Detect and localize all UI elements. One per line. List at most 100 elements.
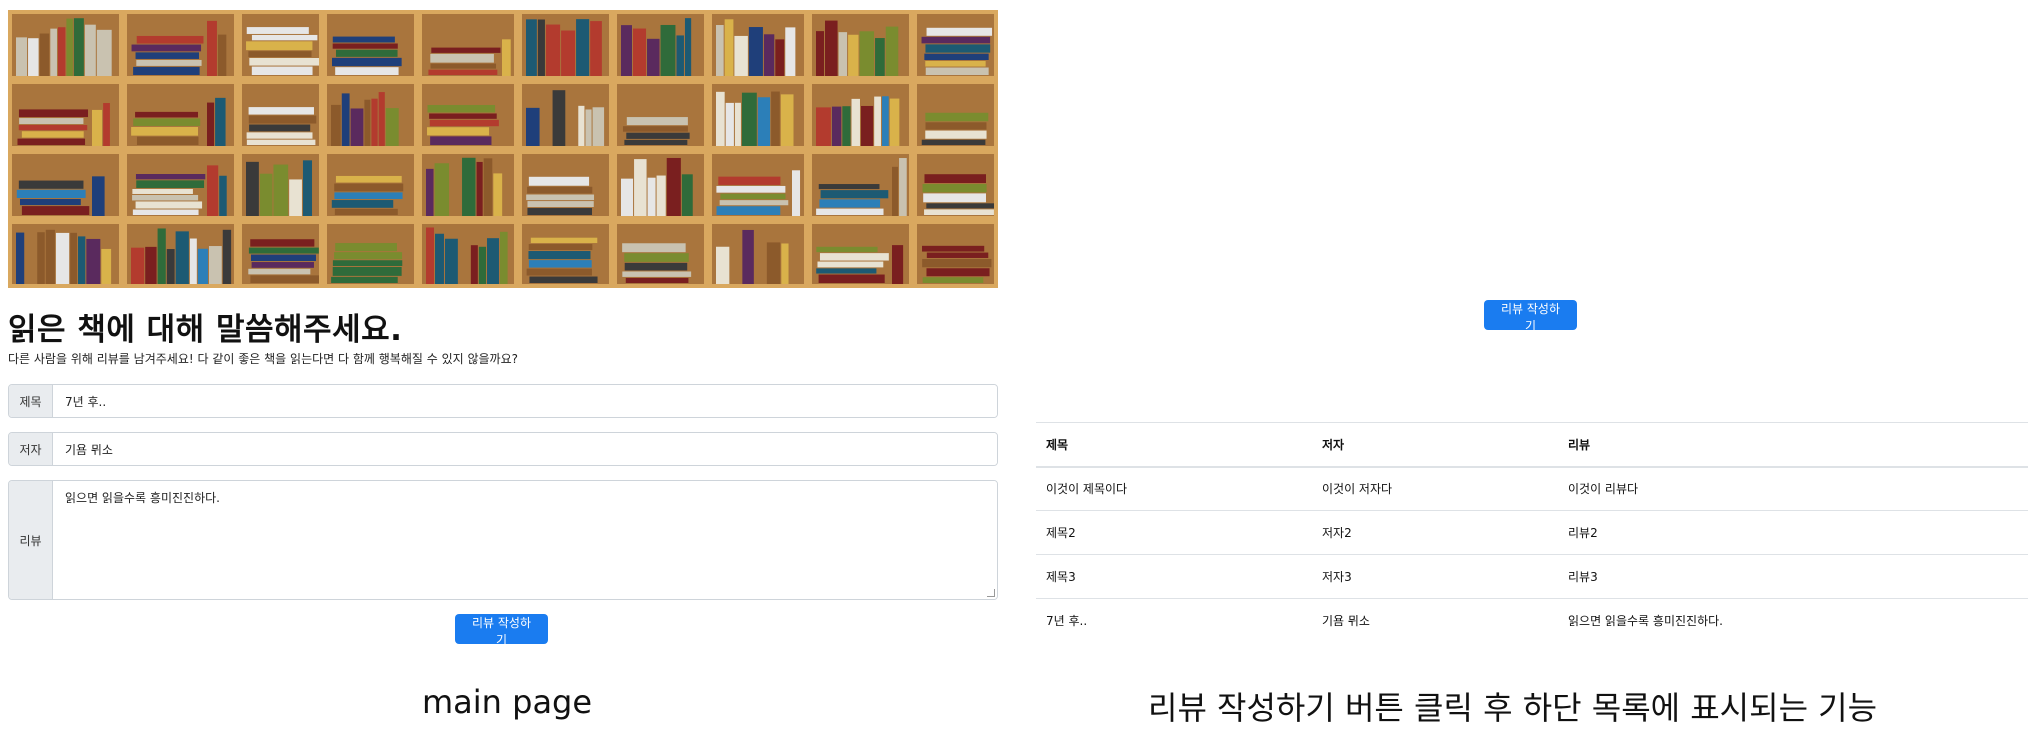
author-field-label: 저자: [9, 433, 53, 465]
book: [215, 97, 226, 146]
book: [923, 193, 986, 203]
book: [899, 158, 907, 216]
book: [819, 199, 881, 208]
book: [189, 238, 197, 284]
book: [17, 138, 86, 145]
book: [561, 30, 576, 76]
title-input[interactable]: [53, 385, 997, 417]
book: [429, 113, 497, 119]
book: [741, 92, 757, 146]
book: [50, 28, 57, 77]
book: [86, 238, 101, 284]
book: [483, 158, 493, 216]
book: [925, 112, 989, 122]
book: [831, 106, 842, 146]
shelf-divider: [319, 10, 327, 288]
book: [21, 206, 90, 215]
book: [882, 96, 889, 146]
book: [133, 118, 201, 126]
table-row: 이것이 제목이다 이것이 저자다 이것이 리뷰다: [1036, 466, 2028, 511]
book: [335, 243, 397, 252]
book: [757, 97, 771, 146]
book: [428, 69, 498, 75]
shelf-divider: [909, 10, 917, 288]
shelf-divider: [804, 10, 812, 288]
book: [136, 35, 204, 44]
review-textarea[interactable]: 읽으면 읽을수록 흥미진진하다.: [53, 481, 997, 599]
shelf-divider: [119, 10, 127, 288]
textarea-resize-handle[interactable]: [987, 589, 995, 597]
book: [132, 188, 193, 194]
book: [132, 209, 199, 215]
book: [925, 60, 986, 67]
book: [681, 174, 693, 216]
book: [624, 253, 689, 262]
book: [724, 19, 734, 77]
main-page-panel: 읽은 책에 대해 말씀해주세요. 다른 사람을 위해 리뷰를 남겨주세요! 다 …: [0, 0, 1010, 750]
book: [251, 34, 318, 41]
book: [763, 34, 775, 76]
book: [470, 245, 478, 284]
book: [251, 66, 313, 75]
book: [430, 136, 492, 145]
submit-review-button[interactable]: 리뷰 작성하기: [455, 614, 548, 647]
book: [334, 252, 403, 260]
book: [70, 232, 78, 284]
book: [626, 117, 688, 126]
book: [246, 27, 309, 34]
book: [621, 178, 634, 216]
book: [922, 245, 985, 252]
book: [135, 52, 200, 59]
book: [889, 98, 900, 146]
book: [175, 231, 189, 284]
book: [925, 67, 989, 75]
book: [430, 63, 497, 69]
book: [16, 189, 86, 198]
book: [925, 130, 987, 139]
book: [592, 107, 605, 146]
book: [248, 115, 317, 124]
book: [207, 102, 215, 146]
book: [892, 166, 899, 216]
shelf-divider: [994, 10, 998, 288]
book: [819, 253, 889, 261]
book: [817, 261, 884, 268]
book: [622, 126, 688, 132]
book: [634, 159, 647, 216]
submit-review-button-result[interactable]: 리뷰 작성하기: [1484, 300, 1577, 333]
book: [92, 109, 103, 146]
book: [545, 24, 561, 76]
page-subtitle: 다른 사람을 위해 리뷰를 남겨주세요! 다 같이 좋은 책을 읽는다면 다 함…: [8, 352, 518, 366]
author-input[interactable]: [53, 433, 997, 465]
book: [487, 238, 499, 284]
book: [350, 108, 364, 146]
book: [818, 184, 880, 190]
book: [647, 177, 656, 216]
book: [860, 105, 874, 146]
book: [716, 185, 786, 193]
book: [45, 229, 55, 284]
cell-author: 저자3: [1312, 554, 1558, 599]
book: [385, 108, 399, 146]
book: [131, 247, 145, 284]
column-header-title: 제목: [1036, 422, 1312, 468]
book: [332, 36, 395, 43]
book: [66, 18, 73, 76]
book: [529, 276, 598, 283]
book: [166, 249, 175, 284]
book: [922, 277, 984, 283]
cell-author: 기욤 뮈소: [1312, 598, 1558, 643]
book: [250, 239, 315, 247]
cell-author: 저자2: [1312, 510, 1558, 555]
book: [552, 90, 566, 146]
book: [537, 19, 545, 76]
book: [434, 163, 450, 216]
cell-review: 읽으면 읽을수록 흥미진진하다.: [1558, 598, 2028, 643]
book: [816, 208, 884, 215]
book: [19, 118, 84, 125]
book: [527, 208, 593, 215]
cell-review: 리뷰2: [1558, 510, 2028, 555]
book: [335, 49, 398, 57]
book: [131, 126, 199, 136]
book: [331, 104, 341, 146]
